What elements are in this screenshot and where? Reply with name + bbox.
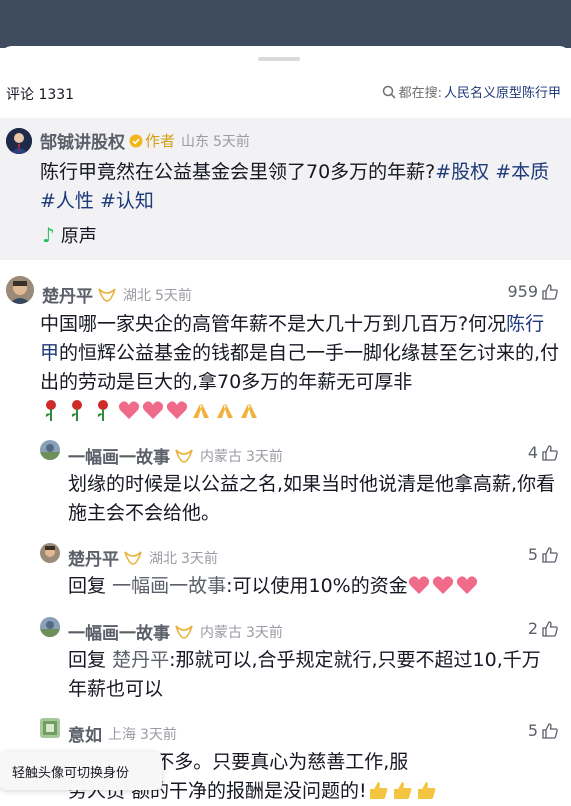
original-sound-link[interactable]: ♪ 原声 — [42, 222, 97, 248]
avatar[interactable] — [40, 617, 60, 637]
timestamp: 3天前 — [246, 624, 283, 641]
like-count: 2 — [527, 619, 538, 638]
location: 湖北 — [149, 550, 177, 567]
hashtag[interactable]: #认知 — [100, 190, 154, 212]
commenter-line: 一幅画一故事 内蒙古 3天前 — [68, 443, 283, 468]
thumbs-up-emoji — [367, 780, 389, 800]
comment-header: 评论 1331 都在搜: 人民名义原型陈行甲 — [0, 78, 571, 108]
reply-label: 回复 — [68, 575, 107, 597]
comment-body: 陈行甲竟然在公益基金会里领了70多万的年薪? — [40, 161, 436, 183]
like-icon — [542, 620, 558, 637]
reply-text: 回复 楚丹平:那就可以,合乎规定就行,只要不超过10,千万年薪也可以 — [68, 646, 556, 704]
like-count: 4 — [527, 443, 538, 462]
comment-text: 中国哪一家央企的高管年薪不是大几十万到几百万?何况陈行甲的恒辉公益基金的钱都是自… — [40, 310, 560, 426]
timestamp: 3天前 — [246, 448, 283, 465]
like-icon — [542, 283, 558, 300]
commenter-line: 一幅画一故事 内蒙古 3天前 — [68, 619, 283, 644]
music-note-icon: ♪ — [42, 223, 55, 247]
like-icon — [542, 722, 558, 739]
timestamp: 3天前 — [140, 726, 177, 743]
timestamp: 5天前 — [155, 287, 192, 304]
fan-badge-icon — [123, 550, 143, 566]
hashtag[interactable]: #股权 — [435, 161, 489, 183]
heart-emoji — [456, 575, 478, 595]
reply-label: 回复 — [68, 649, 107, 671]
like-button[interactable]: 5 — [528, 545, 559, 564]
username[interactable]: 一幅画一故事 — [68, 619, 170, 644]
hashtag[interactable]: #人性 — [40, 190, 94, 212]
like-button[interactable]: 2 — [528, 619, 559, 638]
like-icon — [542, 444, 558, 461]
avatar[interactable] — [40, 718, 60, 738]
fan-badge-icon — [174, 624, 194, 640]
heart-emoji — [166, 400, 188, 420]
like-button[interactable]: 4 — [528, 443, 559, 462]
drag-handle[interactable] — [258, 57, 300, 61]
pray-emoji — [190, 400, 212, 420]
reply-text: 划缘的时候是以公益之名,如果当时他说清是他拿高薪,你看施主会不会给他。 — [68, 473, 556, 524]
comment-text: 陈行甲竟然在公益基金会里领了70多万的年薪?#股权 #本质 #人性 #认知 — [40, 158, 560, 216]
like-count: 5 — [527, 545, 538, 564]
username[interactable]: 郜铖讲股权 — [40, 128, 125, 153]
comment-body: 中国哪一家央企的高管年薪不是大几十万到几百万?何况 — [40, 313, 507, 335]
username[interactable]: 意如 — [68, 721, 102, 746]
reply-to-username[interactable]: 楚丹平 — [112, 649, 169, 671]
hashtag[interactable]: #本质 — [495, 161, 549, 183]
reply-body: :可以使用10%的资金 — [226, 575, 408, 597]
thumbs-up-emoji — [415, 780, 437, 800]
like-count: 959 — [507, 282, 538, 301]
like-button[interactable]: 959 — [507, 282, 559, 301]
username[interactable]: 楚丹平 — [68, 545, 119, 570]
timestamp: 3天前 — [181, 550, 218, 567]
pray-emoji — [238, 400, 260, 420]
verified-icon — [129, 134, 143, 148]
commenter-line: 楚丹平 湖北 3天前 — [68, 545, 218, 570]
toast-text: 轻触头像可切换身份 — [12, 766, 130, 781]
location: 内蒙古 — [200, 624, 242, 641]
reply-to-username[interactable]: 一幅画一故事 — [112, 575, 226, 597]
heart-emoji — [118, 400, 140, 420]
top-video-area — [0, 0, 571, 48]
avatar[interactable] — [6, 128, 32, 154]
heart-emoji — [142, 400, 164, 420]
location: 上海 — [108, 726, 136, 743]
comment-body: 的恒辉公益基金的钱都是自己一手一脚化缘甚至乞讨来的,付出的劳动是巨大的,拿70多… — [40, 342, 560, 393]
username[interactable]: 楚丹平 — [42, 282, 93, 307]
location: 内蒙古 — [200, 448, 242, 465]
pinned-author-comment: 郜铖讲股权 作者 山东 5天前 陈行甲竟然在公益基金会里领了70多万的年薪?#股… — [0, 118, 571, 260]
fan-badge-icon — [97, 287, 117, 303]
reply-text: 回复 一幅画一故事:可以使用10%的资金 — [68, 572, 556, 601]
like-button[interactable]: 5 — [528, 721, 559, 740]
switch-identity-toast: 轻触头像可切换身份 — [0, 752, 162, 790]
search-keyword[interactable]: 人民名义原型陈行甲 — [444, 82, 561, 101]
location: 山东 — [181, 133, 210, 150]
search-icon — [382, 85, 396, 99]
pray-emoji — [214, 400, 236, 420]
original-sound-label: 原声 — [60, 226, 97, 247]
rose-emoji — [66, 398, 88, 422]
rose-emoji — [40, 398, 62, 422]
fan-badge-icon — [174, 448, 194, 464]
avatar[interactable] — [6, 276, 34, 304]
rose-emoji — [92, 398, 114, 422]
thumbs-up-emoji — [391, 780, 413, 800]
heart-emoji — [432, 575, 454, 595]
timestamp: 5天前 — [213, 133, 250, 150]
commenter-line: 楚丹平 湖北 5天前 — [42, 282, 192, 307]
username[interactable]: 一幅画一故事 — [68, 443, 170, 468]
trending-search[interactable]: 都在搜: 人民名义原型陈行甲 — [382, 82, 561, 101]
commenter-line: 意如 上海 3天前 — [68, 721, 177, 746]
search-prefix: 都在搜: — [398, 86, 442, 101]
location: 湖北 — [123, 287, 151, 304]
author-line: 郜铖讲股权 作者 山东 5天前 — [40, 128, 250, 153]
author-tag: 作者 — [145, 132, 176, 150]
comment-count: 评论 1331 — [6, 87, 75, 103]
avatar[interactable] — [40, 440, 60, 460]
heart-emoji — [408, 575, 430, 595]
avatar[interactable] — [40, 543, 60, 563]
like-count: 5 — [527, 721, 538, 740]
like-icon — [542, 546, 558, 563]
